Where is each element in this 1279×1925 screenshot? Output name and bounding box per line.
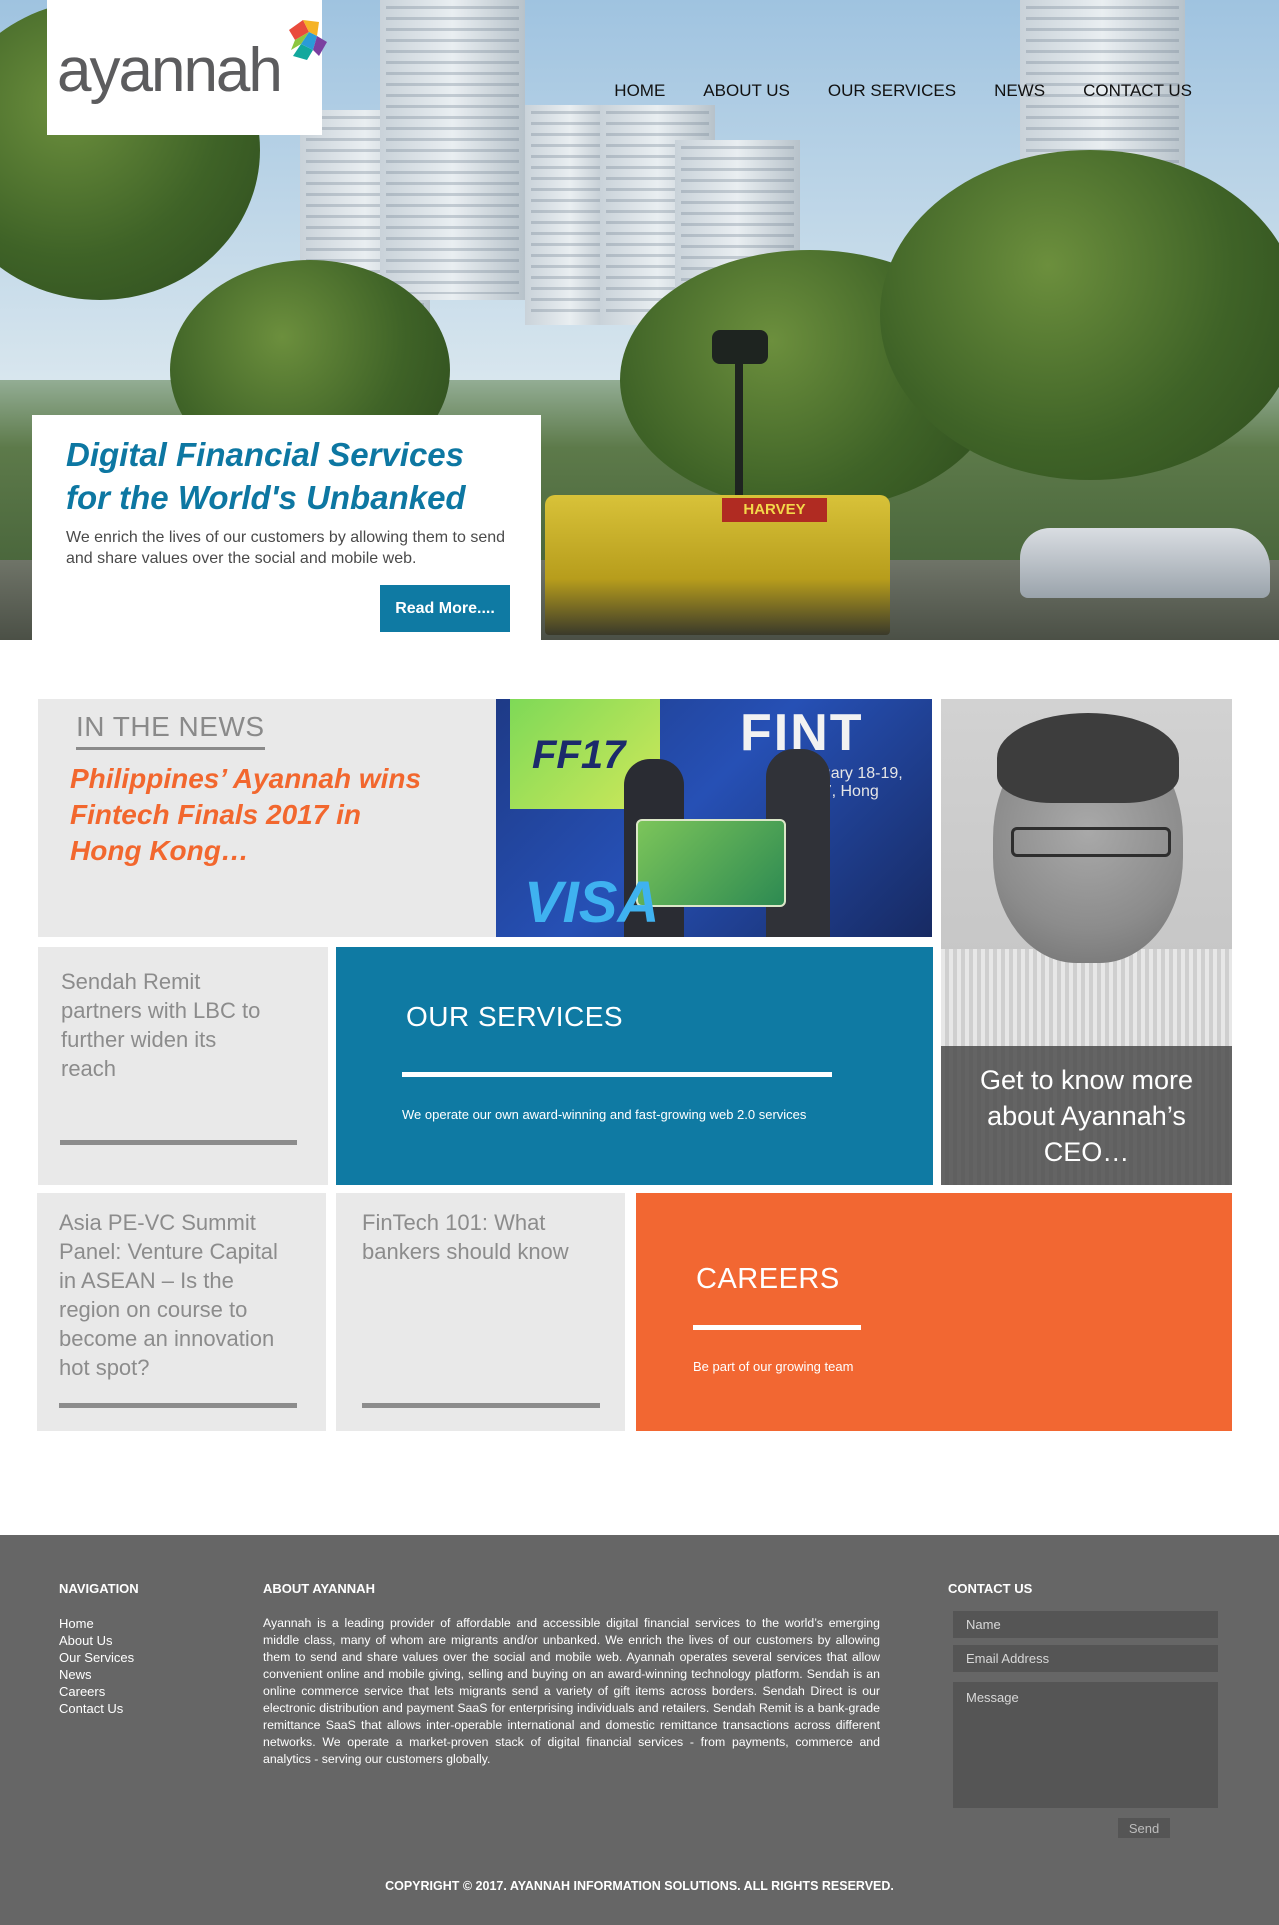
ceo-link-text[interactable]: Get to know more about Ayannah’s CEO… [941,1062,1232,1170]
main-nav: HOME ABOUT US OUR SERVICES NEWS CONTACT … [595,80,1211,102]
nav-our-services[interactable]: OUR SERVICES [809,80,975,102]
contact-message-textarea[interactable] [953,1682,1218,1808]
fintech-tile[interactable]: FinTech 101: What bankers should know [336,1193,625,1431]
logo-wordmark: ayannah [57,36,283,105]
footer-nav-about-us[interactable]: About Us [59,1632,134,1649]
services-subtitle: We operate our own award-winning and fas… [402,1107,807,1122]
logo[interactable]: ayannah [47,0,327,135]
hero-banner: HARVEY ayannah HOME ABOUT US OUR SERVICE… [0,0,1279,640]
footer-contact-heading: CONTACT US [948,1581,1033,1596]
news-tile[interactable]: IN THE NEWS Philippines’ Ayannah wins Fi… [38,699,496,937]
building [380,0,525,300]
sendah-rule [60,1140,297,1145]
footer-nav-our-services[interactable]: Our Services [59,1649,134,1666]
tree [880,150,1279,480]
news-photo[interactable]: FF17 FINT January 18-19, 2017, Hong VISA [496,699,932,937]
ceo-hair [997,713,1179,803]
sendah-title[interactable]: Sendah Remit partners with LBC to furthe… [61,967,261,1083]
logo-icon [289,20,327,60]
services-rule [402,1072,832,1077]
footer-nav-careers[interactable]: Careers [59,1683,134,1700]
contact-send-button[interactable]: Send [1118,1818,1170,1838]
footer-nav-news[interactable]: News [59,1666,134,1683]
in-the-news-label: IN THE NEWS [76,711,265,750]
hero-title-line1: Digital Financial Services [66,436,464,473]
fintech-title[interactable]: FinTech 101: What bankers should know [362,1208,602,1266]
read-more-button[interactable]: Read More.... [380,585,510,632]
hero-title-line2: for the World's Unbanked [66,479,466,516]
ceo-glasses [1011,827,1171,857]
news-photo-ff17: FF17 [532,733,626,777]
jeepney-sign: HARVEY [722,498,827,522]
news-photo-visa: VISA [524,870,660,935]
ceo-tile[interactable]: Get to know more about Ayannah’s CEO… [941,699,1232,1185]
asia-pevc-title[interactable]: Asia PE-VC Summit Panel: Venture Capital… [59,1208,299,1382]
nav-contact-us[interactable]: CONTACT US [1064,80,1211,102]
careers-subtitle: Be part of our growing team [693,1359,854,1374]
jeepney [545,495,890,635]
nav-news[interactable]: NEWS [975,80,1064,102]
asia-pevc-tile[interactable]: Asia PE-VC Summit Panel: Venture Capital… [37,1193,326,1431]
careers-tile[interactable]: CAREERS Be part of our growing team [636,1193,1232,1431]
nav-about-us[interactable]: ABOUT US [684,80,809,102]
fintech-rule [362,1403,600,1408]
footer-about-text: Ayannah is a leading provider of afforda… [263,1616,880,1766]
street-lamp-head [712,330,768,364]
careers-rule [693,1325,861,1330]
careers-title: CAREERS [696,1263,840,1295]
footer-nav: Home About Us Our Services News Careers … [59,1615,134,1717]
copyright: COPYRIGHT © 2017. AYANNAH INFORMATION SO… [385,1879,894,1893]
hero-subtitle: We enrich the lives of our customers by … [66,529,506,567]
sendah-tile[interactable]: Sendah Remit partners with LBC to furthe… [38,947,328,1185]
footer-nav-contact-us[interactable]: Contact Us [59,1700,134,1717]
contact-name-input[interactable] [953,1611,1218,1638]
services-title: OUR SERVICES [406,1001,624,1032]
ceo-overlay: Get to know more about Ayannah’s CEO… [941,1046,1232,1185]
services-tile[interactable]: OUR SERVICES We operate our own award-wi… [336,947,933,1185]
hero-card: Digital Financial Services for the World… [32,415,541,640]
asia-pevc-rule [59,1403,297,1408]
jeepney-sign-text: HARVEY [743,501,806,518]
contact-email-input[interactable] [953,1645,1218,1672]
nav-home[interactable]: HOME [595,80,684,102]
hero-title: Digital Financial Services for the World… [66,433,526,519]
news-headline[interactable]: Philippines’ Ayannah wins Fintech Finals… [70,761,430,869]
footer-about-heading: ABOUT AYANNAH [263,1581,375,1596]
footer-nav-heading: NAVIGATION [59,1581,139,1596]
footer-nav-home[interactable]: Home [59,1615,134,1632]
car [1020,528,1270,598]
